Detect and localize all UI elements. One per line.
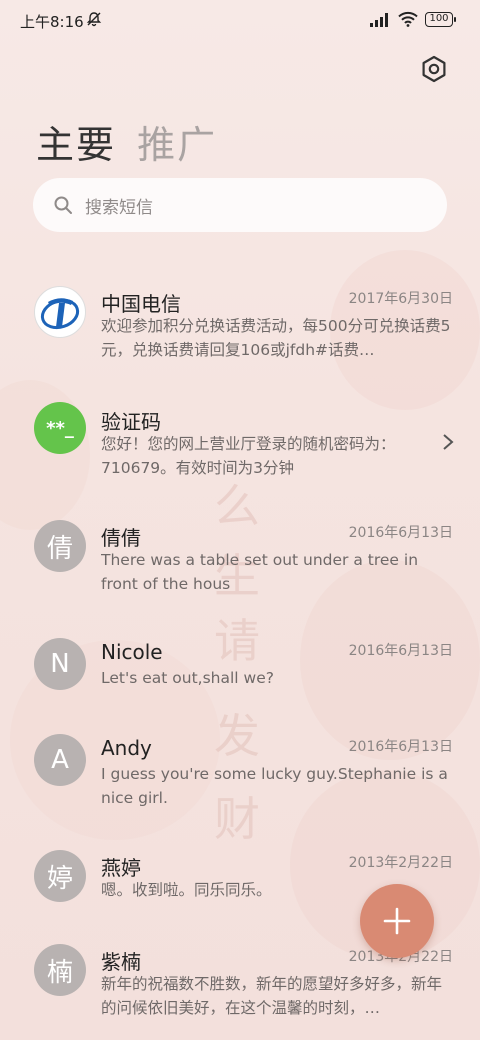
code-avatar: **_ xyxy=(34,402,86,454)
message-date: 2017年6月30日 xyxy=(348,291,453,307)
message-preview: There was a table set out under a tree i… xyxy=(101,551,419,593)
message-date: 2016年6月13日 xyxy=(348,739,453,755)
telecom-logo-icon xyxy=(40,298,80,330)
signal-icon xyxy=(370,13,388,27)
wallpaper-text: 发 xyxy=(214,709,260,763)
tab-promotions[interactable]: 推广 xyxy=(137,114,217,169)
avatar: A xyxy=(34,734,86,786)
plus-icon xyxy=(383,907,411,935)
settings-icon[interactable] xyxy=(419,54,449,84)
wallpaper-text: 请 xyxy=(214,614,260,668)
search-input[interactable]: 搜索短信 xyxy=(85,193,153,218)
contact-name: 燕婷 xyxy=(101,856,141,880)
avatar: 楠 xyxy=(34,944,86,996)
message-preview: I guess you're some lucky guy.Stephanie … xyxy=(101,765,448,807)
message-date: 2013年2月22日 xyxy=(348,855,453,871)
avatar: 婷 xyxy=(34,850,86,902)
message-date: 2016年6月13日 xyxy=(348,643,453,659)
search-bar[interactable]: 搜索短信 xyxy=(33,178,447,232)
contact-name: Andy xyxy=(101,736,152,760)
new-message-button[interactable] xyxy=(360,884,434,958)
avatar: 倩 xyxy=(34,520,86,572)
wallpaper-illustration xyxy=(0,380,90,530)
message-preview: 欢迎参加积分兑换话费活动，每500分可兑换话费5元，兑换话费请回复106或jfd… xyxy=(101,317,451,359)
chevron-right-icon[interactable] xyxy=(440,432,456,452)
contact-name: 紫楠 xyxy=(101,950,141,974)
message-date: 2016年6月13日 xyxy=(348,525,453,541)
battery-icon: 100 xyxy=(425,12,456,27)
wifi-icon xyxy=(398,11,418,27)
status-bar: 上午8:16 100 xyxy=(0,0,480,40)
search-icon xyxy=(54,196,72,214)
avatar: N xyxy=(34,638,86,690)
mute-bell-icon xyxy=(86,12,102,27)
tab-primary[interactable]: 主要 xyxy=(36,114,116,169)
message-preview: 新年的祝福数不胜数，新年的愿望好多好多，新年的问候依旧美好，在这个温馨的时刻，… xyxy=(101,975,443,1017)
tab-bar: 主要 推广 xyxy=(36,114,217,169)
telecom-logo-avatar xyxy=(34,286,86,338)
contact-name: 中国电信 xyxy=(101,292,181,316)
contact-name: 倩倩 xyxy=(101,526,141,550)
contact-name: Nicole xyxy=(101,640,163,664)
status-time: 上午8:16 xyxy=(20,13,84,31)
message-preview: 您好！您的网上营业厅登录的随机密码为：710679。有效时间为3分钟 xyxy=(101,435,396,477)
contact-name: 验证码 xyxy=(101,410,161,434)
message-preview: Let's eat out,shall we? xyxy=(101,669,274,687)
